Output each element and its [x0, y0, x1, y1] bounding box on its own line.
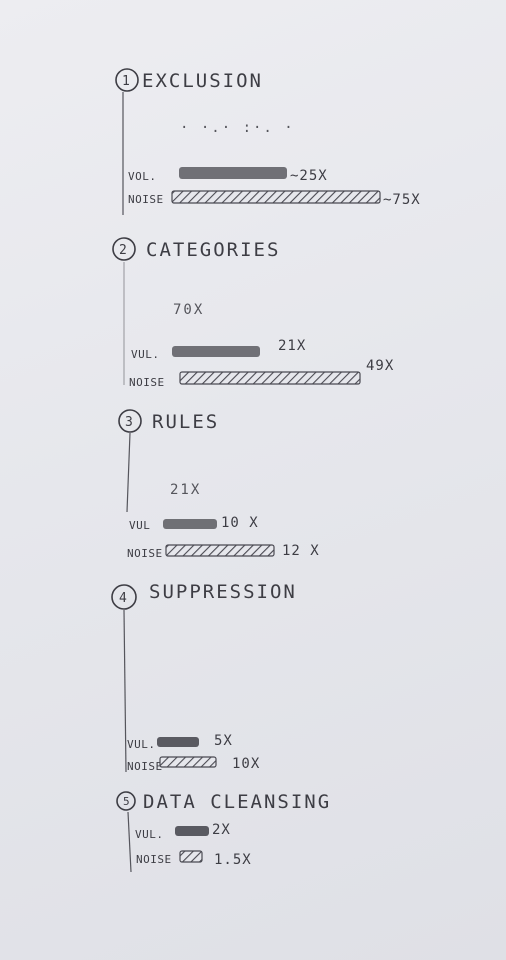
vol-value-1: ~25X	[290, 168, 328, 184]
noise-label-5: NOISE	[136, 853, 172, 866]
vol-bar-2	[172, 346, 260, 357]
step-number-1: 1	[122, 74, 130, 89]
section-3: 3 RULES 21X VUL 10 X NOISE 12 X	[118, 409, 320, 560]
noise-bar-2	[179, 371, 361, 385]
noise-value-5: 1.5X	[214, 852, 252, 868]
noise-label-3: NOISE	[127, 547, 163, 560]
step-number-3: 3	[125, 415, 133, 430]
vol-label-4: VUL.	[127, 738, 156, 751]
noise-bar-3	[165, 544, 275, 557]
section-title-5: DATA CLEANSING	[143, 791, 331, 813]
timeline-line-5	[127, 811, 132, 873]
section-title-2: CATEGORIES	[146, 239, 280, 261]
vol-bar-1	[179, 167, 287, 179]
section-2: 2 CATEGORIES 70X VUL. 21X NOISE 49X	[112, 237, 394, 389]
section-4: 4 SUPPRESSION VUL. 5X NOISE 10X	[111, 581, 297, 773]
section-note-3: 21X	[170, 482, 201, 498]
noise-bar-5	[179, 850, 203, 863]
section-5: 5 DATA CLEANSING VUL. 2X NOISE 1.5X	[116, 791, 331, 873]
vol-bar-5	[175, 826, 209, 836]
vol-label-2: VUL.	[131, 348, 160, 361]
timeline-line-3	[126, 432, 131, 513]
vol-bar-3	[163, 519, 217, 529]
vol-label-1: VOL.	[128, 170, 157, 183]
sketch-canvas: 1 EXCLUSION · ·.· :·. · VOL. ~25X NOISE …	[111, 68, 421, 873]
section-note-2: 70X	[173, 302, 204, 318]
vol-value-2: 21X	[278, 338, 306, 354]
section-title-1: EXCLUSION	[142, 70, 263, 92]
noise-value-3: 12 X	[282, 543, 320, 559]
section-note-1: · ·.· :·. ·	[180, 120, 295, 136]
vol-bar-4	[157, 737, 199, 747]
step-number-4: 4	[119, 591, 127, 606]
vol-value-5: 2X	[212, 822, 231, 838]
vol-value-3: 10 X	[221, 515, 259, 531]
noise-value-1: ~75X	[383, 192, 421, 208]
vol-label-5: VUL.	[135, 828, 164, 841]
noise-label-4: NOISE	[127, 760, 163, 773]
section-title-3: RULES	[152, 411, 219, 433]
section-title-4: SUPPRESSION	[149, 581, 297, 603]
timeline-line-4	[123, 609, 127, 773]
vol-label-3: VUL	[129, 519, 150, 532]
vol-value-4: 5X	[214, 733, 233, 749]
noise-bar-4	[159, 756, 217, 768]
noise-value-4: 10X	[232, 756, 260, 772]
step-number-2: 2	[119, 243, 127, 258]
noise-label-2: NOISE	[129, 376, 165, 389]
noise-label-1: NOISE	[128, 193, 164, 206]
step-number-5: 5	[123, 795, 130, 808]
noise-bar-1	[171, 190, 381, 204]
section-1: 1 EXCLUSION · ·.· :·. · VOL. ~25X NOISE …	[115, 68, 421, 215]
noise-value-2: 49X	[366, 358, 394, 374]
